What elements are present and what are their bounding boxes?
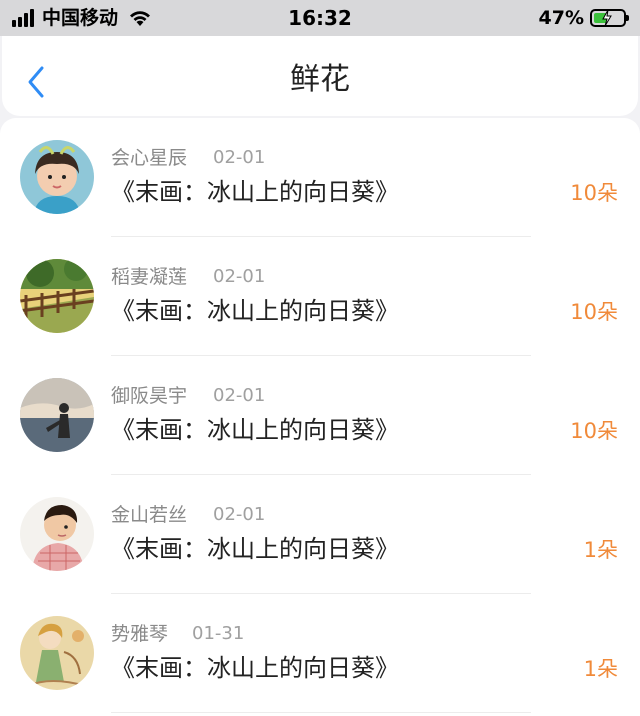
- battery-percentage: 47%: [538, 7, 584, 29]
- status-bar: 中国移动 16:32 47%: [0, 0, 640, 36]
- avatar[interactable]: [20, 378, 94, 452]
- list-item[interactable]: 御阪昊宇 02-01 《末画：冰山上的向日葵》 10朵: [0, 356, 640, 475]
- work-title: 《末画：冰山上的向日葵》: [111, 654, 399, 682]
- sender-name: 势雅琴: [111, 623, 169, 645]
- gift-date: 02-01: [213, 147, 266, 168]
- sender-name: 御阪昊宇: [111, 385, 188, 407]
- battery-icon: [590, 9, 629, 27]
- flower-count: 10朵: [570, 300, 618, 324]
- gift-date: 02-01: [213, 385, 266, 406]
- divider: [111, 712, 531, 713]
- list-item[interactable]: 金山若丝 02-01 《末画：冰山上的向日葵》 1朵: [0, 475, 640, 594]
- flower-count: 10朵: [570, 181, 618, 205]
- flower-gift-list: 会心星辰 02-01 《末画：冰山上的向日葵》 10朵 稻妻凝莲 02-01 《…: [0, 118, 640, 716]
- navigation-bar: 鲜花: [2, 36, 638, 116]
- avatar[interactable]: [20, 140, 94, 214]
- list-item[interactable]: 会心星辰 02-01 《末画：冰山上的向日葵》 10朵: [0, 118, 640, 237]
- charging-bolt-icon: [602, 9, 612, 27]
- page-title: 鲜花: [290, 62, 350, 97]
- list-item[interactable]: 势雅琴 01-31 《末画：冰山上的向日葵》 1朵: [0, 594, 640, 713]
- avatar[interactable]: [20, 616, 94, 690]
- work-title: 《末画：冰山上的向日葵》: [111, 535, 399, 563]
- work-title: 《末画：冰山上的向日葵》: [111, 416, 399, 444]
- gift-date: 02-01: [213, 504, 266, 525]
- gift-date: 01-31: [192, 623, 245, 644]
- battery-tip: [626, 15, 629, 21]
- list-item[interactable]: 稻妻凝莲 02-01 《末画：冰山上的向日葵》 10朵: [0, 237, 640, 356]
- flower-count: 1朵: [583, 657, 618, 681]
- avatar[interactable]: [20, 259, 94, 333]
- work-title: 《末画：冰山上的向日葵》: [111, 297, 399, 325]
- sender-name: 稻妻凝莲: [111, 266, 188, 288]
- sender-name: 金山若丝: [111, 504, 188, 526]
- flower-count: 10朵: [570, 419, 618, 443]
- sender-name: 会心星辰: [111, 147, 188, 169]
- gift-date: 02-01: [213, 266, 266, 287]
- status-right: 47%: [538, 7, 629, 29]
- avatar[interactable]: [20, 497, 94, 571]
- flower-count: 1朵: [583, 538, 618, 562]
- work-title: 《末画：冰山上的向日葵》: [111, 178, 399, 206]
